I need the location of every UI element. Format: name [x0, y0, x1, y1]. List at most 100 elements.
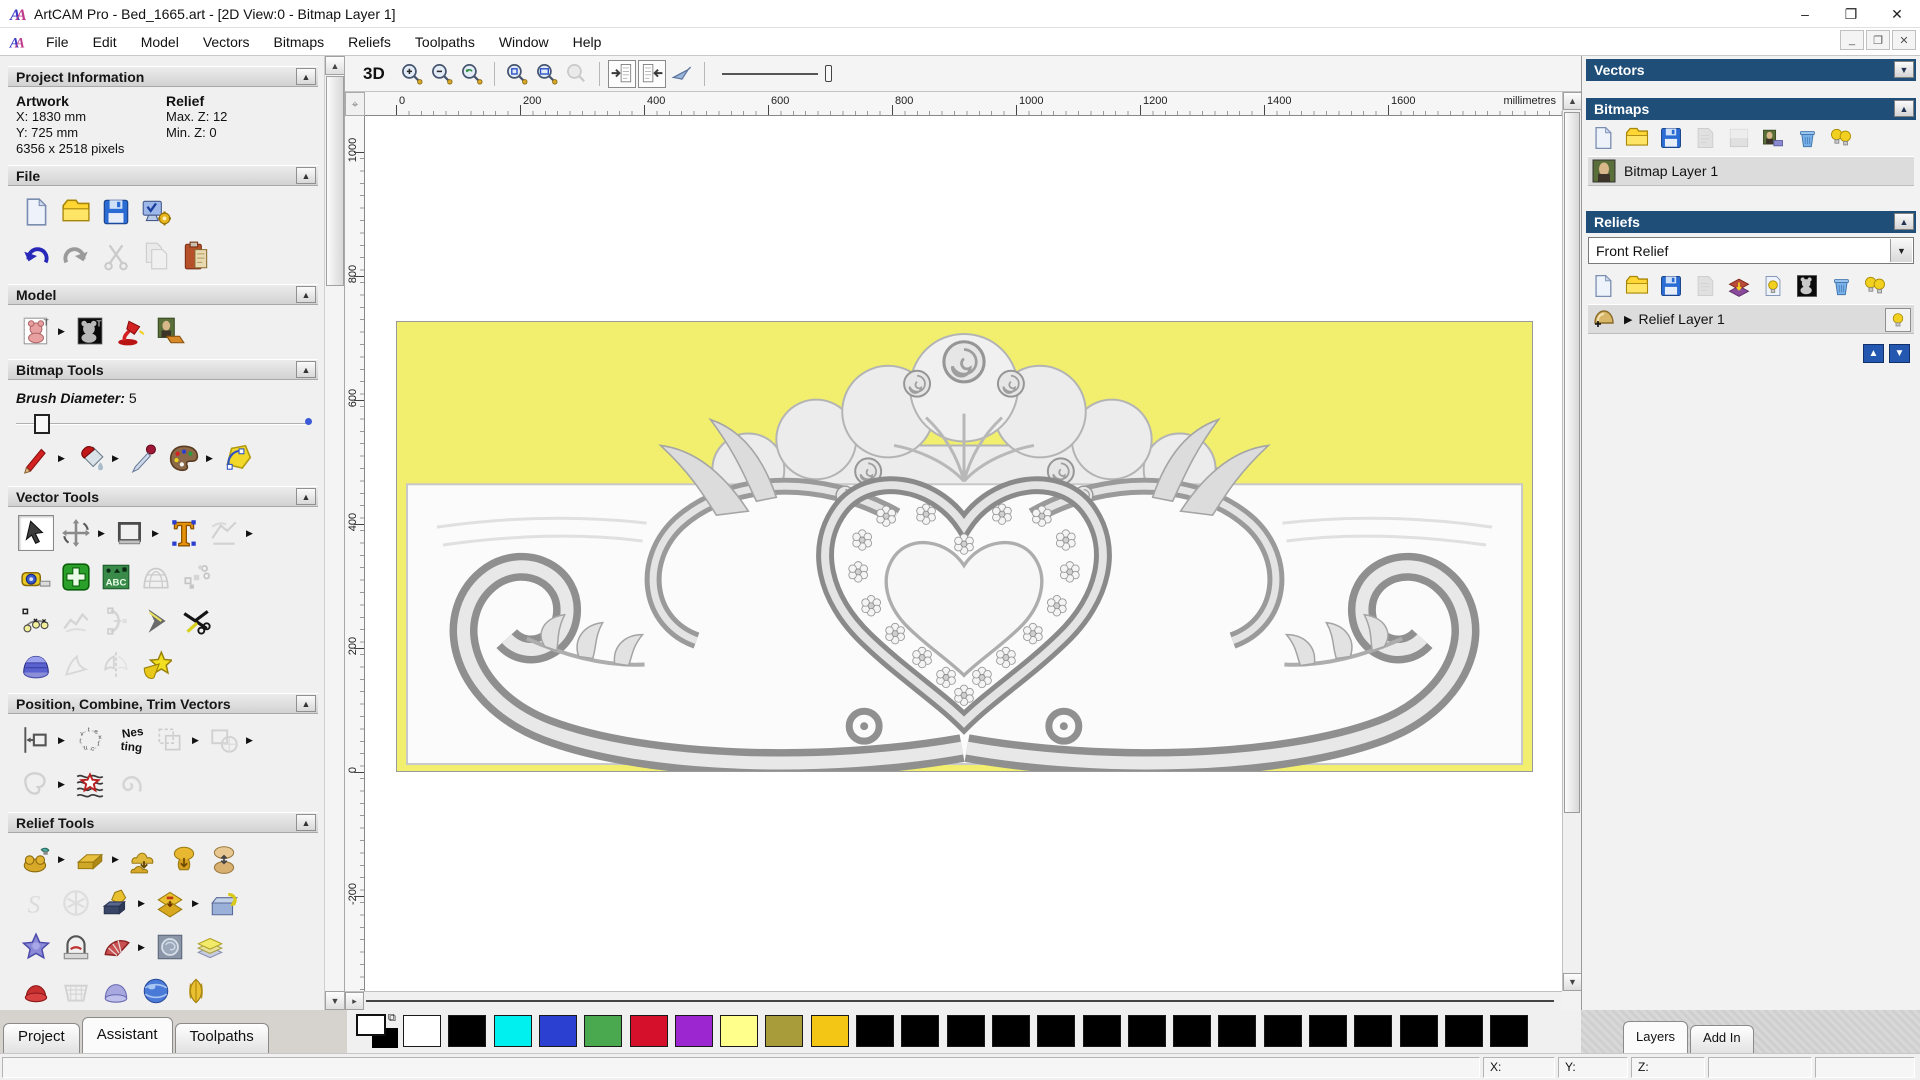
palette-swatch[interactable]: [1354, 1015, 1393, 1047]
minimize-button[interactable]: –: [1782, 0, 1828, 28]
star-icon[interactable]: [138, 647, 174, 683]
bitmap-thumb-icon[interactable]: [1758, 124, 1788, 152]
red-tool-icon[interactable]: [18, 973, 54, 1009]
flyout-arrow-icon[interactable]: ▶: [192, 885, 202, 921]
palette-swatch[interactable]: [538, 1015, 577, 1047]
open-folder-icon[interactable]: [58, 194, 94, 230]
scroll-up-button[interactable]: ▲: [325, 56, 344, 75]
palette-icon[interactable]: [166, 440, 202, 476]
save-icon[interactable]: [98, 194, 134, 230]
horizontal-scroll-thumb[interactable]: [366, 1000, 1554, 1002]
palette-swatch[interactable]: [1173, 1015, 1212, 1047]
text-on-curve-icon[interactable]: textcurv: [72, 722, 108, 758]
menu-edit[interactable]: Edit: [81, 30, 129, 54]
palette-swatch[interactable]: [1399, 1015, 1438, 1047]
flyout-arrow-icon[interactable]: ▶: [112, 440, 122, 476]
shape-arch-icon[interactable]: [58, 929, 94, 965]
palette-swatch[interactable]: [856, 1015, 894, 1047]
extrude-dome-icon[interactable]: [18, 647, 54, 683]
menu-bitmaps[interactable]: Bitmaps: [262, 30, 337, 54]
dropdown-arrow-icon[interactable]: ▼: [1890, 239, 1912, 262]
menu-model[interactable]: Model: [129, 30, 191, 54]
relief-layers-icon[interactable]: [192, 929, 228, 965]
import-model-icon[interactable]: T: [18, 313, 54, 349]
vector-texture-icon[interactable]: [72, 766, 108, 802]
save-icon[interactable]: [1656, 272, 1686, 300]
expand-vectors-button[interactable]: ▼: [1894, 61, 1914, 78]
add-relief-icon[interactable]: [126, 841, 162, 877]
relief-wizard-icon[interactable]: [18, 841, 54, 877]
brush-diameter-slider[interactable]: [16, 414, 312, 434]
view-3d-button[interactable]: 3D: [357, 62, 391, 86]
palette-swatch[interactable]: [493, 1015, 532, 1047]
tape-measure-icon[interactable]: [18, 559, 54, 595]
palette-swatch[interactable]: [1444, 1015, 1483, 1047]
nesting-icon[interactable]: Nes ting: [112, 722, 148, 758]
palette-swatch[interactable]: [1127, 1015, 1166, 1047]
palette-swatch[interactable]: [674, 1015, 713, 1047]
collapse-relief-tools-button[interactable]: ▲: [296, 814, 316, 831]
bitmap-layer-row[interactable]: Bitmap Layer 1: [1588, 156, 1914, 186]
transform-icon[interactable]: [58, 515, 94, 551]
move-layer-up-button[interactable]: ▲: [1863, 344, 1884, 363]
zoom-previous-icon[interactable]: [458, 60, 486, 88]
visibility-icon[interactable]: [1860, 272, 1890, 300]
scroll-pane-button[interactable]: ▸: [345, 992, 364, 1010]
offset-relief-icon[interactable]: [152, 885, 188, 921]
delete-icon[interactable]: [1826, 272, 1856, 300]
flyout-arrow-icon[interactable]: ▶: [58, 722, 68, 758]
bitmap-to-vector-icon[interactable]: [220, 440, 256, 476]
stack-transfer-icon[interactable]: [1724, 272, 1754, 300]
palette-swatch[interactable]: [1490, 1015, 1529, 1047]
collapse-bitmap-tools-button[interactable]: ▲: [296, 361, 316, 378]
ruler-origin-button[interactable]: ⌖: [345, 92, 365, 116]
flyout-arrow-icon[interactable]: ▶: [58, 841, 68, 877]
maximize-button[interactable]: ❐: [1828, 0, 1874, 28]
fan-relief-icon[interactable]: [98, 929, 134, 965]
zoom-out-icon[interactable]: [428, 60, 456, 88]
mdi-close-button[interactable]: ✕: [1892, 30, 1916, 50]
zoom-fit-icon[interactable]: [533, 60, 561, 88]
tab-layers[interactable]: Layers: [1623, 1021, 1689, 1053]
palette-swatch[interactable]: [901, 1015, 940, 1047]
flyout-arrow-icon[interactable]: ▶: [206, 440, 216, 476]
new-file-icon[interactable]: [1588, 124, 1618, 152]
primary-colour-chip[interactable]: [356, 1014, 386, 1036]
collapse-position-button[interactable]: ▲: [296, 695, 316, 712]
menu-reliefs[interactable]: Reliefs: [336, 30, 403, 54]
dome-tool-icon[interactable]: [98, 973, 134, 1009]
node-edit-icon[interactable]: [18, 603, 54, 639]
tab-toolpaths[interactable]: Toolpaths: [174, 1023, 269, 1053]
flyout-arrow-icon[interactable]: ▶: [58, 313, 68, 349]
scroll-up-button[interactable]: ▲: [1563, 92, 1582, 110]
flyout-arrow-icon[interactable]: ▶: [138, 929, 148, 965]
lighting-icon[interactable]: [112, 313, 148, 349]
bulb-page-icon[interactable]: [1758, 272, 1788, 300]
palette-swatch[interactable]: [810, 1015, 849, 1047]
paint-icon[interactable]: [18, 440, 54, 476]
vertical-scrollbar[interactable]: ▲ ▼: [1562, 92, 1582, 991]
palette-swatch[interactable]: [584, 1015, 623, 1047]
rectangle-icon[interactable]: [112, 515, 148, 551]
palette-swatch[interactable]: [991, 1015, 1030, 1047]
view-light-icon[interactable]: [668, 60, 696, 88]
select-icon[interactable]: [18, 515, 54, 551]
relief-artwork[interactable]: [396, 321, 1533, 772]
collapse-reliefs-button[interactable]: ▲: [1894, 213, 1914, 230]
mdi-minimize-button[interactable]: _: [1840, 30, 1864, 50]
scroll-down-button[interactable]: ▼: [1563, 973, 1582, 991]
scroll-down-button[interactable]: ▼: [325, 991, 344, 1010]
relief-layer-row[interactable]: ▶ Relief Layer 1: [1588, 304, 1914, 334]
invert-model-icon[interactable]: T: [72, 313, 108, 349]
new-file-icon[interactable]: [18, 194, 54, 230]
flyout-arrow-icon[interactable]: ▶: [138, 885, 148, 921]
toggle-prev-icon[interactable]: [607, 59, 636, 88]
flyout-arrow-icon[interactable]: ▶: [98, 515, 108, 551]
view-fade-slider-handle[interactable]: [824, 64, 832, 82]
palette-swatch[interactable]: [403, 1015, 441, 1047]
flood-fill-icon[interactable]: [72, 440, 108, 476]
link-colours-icon[interactable]: ⧉: [388, 1012, 396, 1025]
palette-swatch[interactable]: [720, 1015, 759, 1047]
trim-icon[interactable]: [178, 603, 214, 639]
redo-icon[interactable]: [58, 238, 94, 274]
